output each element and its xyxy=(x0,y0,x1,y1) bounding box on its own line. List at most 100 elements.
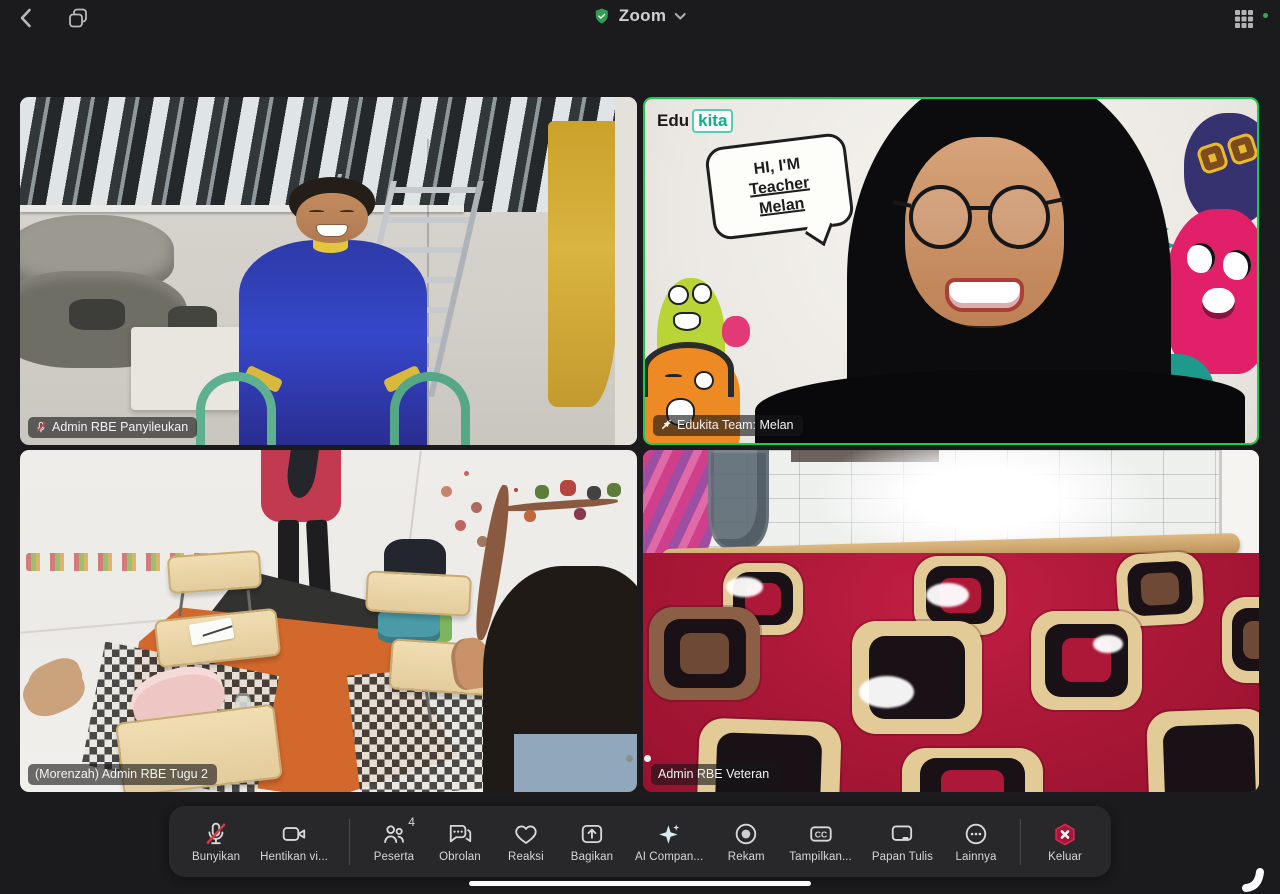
toolbar-button-leave[interactable]: Keluar xyxy=(1033,815,1097,868)
toolbar-button-whiteboard[interactable]: Papan Tulis xyxy=(863,815,942,868)
toolbar-button-ai-companion[interactable]: AI Compan... xyxy=(626,815,712,868)
green-chair-arm xyxy=(390,372,470,445)
toolbar-button-participants[interactable]: 4 Peserta xyxy=(362,815,426,868)
scene-shape xyxy=(643,342,734,397)
video-scene-tugu xyxy=(20,450,637,792)
muted-mic-icon xyxy=(35,421,47,434)
video-scene-veteran xyxy=(643,450,1259,792)
glasses xyxy=(988,185,1050,249)
participant-name: Admin RBE Panyileukan xyxy=(52,420,188,434)
toolbar-button-label: Peserta xyxy=(374,851,414,863)
owl-decals xyxy=(514,488,518,492)
zoom-app-window: Zoom xyxy=(0,0,1280,894)
toolbar-button-chat[interactable]: Obrolan xyxy=(428,815,492,868)
lap-desk xyxy=(365,570,472,616)
chat-bubble-icon xyxy=(447,821,473,847)
green-chair-arm xyxy=(196,372,276,445)
multitask-windows-icon xyxy=(66,6,90,30)
meeting-toolbar: Bunyikan Hentikan vi... 4 Peserta Obrolan Rea… xyxy=(169,806,1111,877)
toolbar-button-label: Bunyikan xyxy=(192,851,240,863)
toolbar-button-unmute[interactable]: Bunyikan xyxy=(183,815,249,868)
meeting-title: Zoom xyxy=(619,6,666,26)
toolbar-button-label: Obrolan xyxy=(439,851,481,863)
scene-shape xyxy=(514,734,637,792)
pin-icon xyxy=(660,419,672,431)
scene-shape xyxy=(722,316,750,347)
participant-name-pill: Edukita Team: Melan xyxy=(653,415,803,436)
ai-sparkle-icon xyxy=(656,821,682,847)
scene-shape xyxy=(968,206,990,210)
scene-shape xyxy=(1222,597,1259,683)
whiteboard-icon xyxy=(889,821,915,847)
participants-count-badge: 4 xyxy=(408,815,415,829)
meeting-title-dropdown[interactable]: Zoom xyxy=(591,4,689,28)
toolbar-button-more[interactable]: Lainnya xyxy=(944,815,1008,868)
toolbar-button-share[interactable]: Bagikan xyxy=(560,815,624,868)
status-green-dot xyxy=(1263,13,1268,18)
yellow-curtain xyxy=(548,121,619,406)
scene-shape xyxy=(464,471,469,476)
participants-icon: 4 xyxy=(381,821,407,847)
scene-shape xyxy=(692,283,713,304)
back-button[interactable] xyxy=(14,5,38,31)
participant-name-pill: Admin RBE Veteran xyxy=(651,764,778,785)
chevron-down-icon xyxy=(674,11,687,21)
participant-name-pill: (Morenzah) Admin RBE Tugu 2 xyxy=(28,764,217,785)
scene-shape xyxy=(664,619,746,687)
edukita-logo: Edu kita xyxy=(657,109,733,133)
toolbar-button-record[interactable]: Rekam xyxy=(714,815,778,868)
mic-muted-icon xyxy=(203,821,229,847)
speech-bubble: HI, I'M Teacher Melan xyxy=(704,132,855,241)
record-icon xyxy=(733,821,759,847)
scene-shape xyxy=(859,676,914,708)
home-indicator[interactable] xyxy=(469,881,811,887)
toolbar-button-captions[interactable]: CC Tampilkan... xyxy=(780,815,861,868)
scene-shape xyxy=(902,748,1044,792)
share-arrow-icon xyxy=(579,821,605,847)
page-dot-current[interactable] xyxy=(644,755,651,762)
scene-shape xyxy=(1045,624,1127,697)
closed-captions-icon: CC xyxy=(808,821,834,847)
top-bar-left xyxy=(14,4,92,32)
multitask-button[interactable] xyxy=(64,4,92,32)
scene-shape xyxy=(963,321,1006,328)
ellipsis-icon xyxy=(963,821,989,847)
participant-name: (Morenzah) Admin RBE Tugu 2 xyxy=(35,767,208,781)
video-tile-melan[interactable]: HI, I'M Teacher Melan Edu kita Edukita T… xyxy=(643,97,1259,445)
toolbar-button-reactions[interactable]: Reaksi xyxy=(494,815,558,868)
swoosh-decoration xyxy=(1242,862,1276,892)
scene-shape xyxy=(1031,611,1142,710)
edukita-logo-kita: kita xyxy=(692,109,733,133)
scene-shape xyxy=(615,97,637,445)
video-tile-panyileukan[interactable]: Admin RBE Panyileukan xyxy=(20,97,637,445)
leave-x-icon xyxy=(1052,821,1078,847)
toolbar-button-label: Tampilkan... xyxy=(789,851,852,863)
gallery-view-button[interactable] xyxy=(1231,6,1257,32)
grid-icon xyxy=(1233,8,1255,30)
scene-shape xyxy=(708,450,770,549)
page-dot[interactable] xyxy=(626,755,633,762)
bubble-line-3: Melan xyxy=(758,194,805,219)
scene-shape xyxy=(1223,250,1251,279)
scene-shape xyxy=(920,758,1025,792)
top-bar: Zoom xyxy=(0,0,1280,34)
toolbar-button-label: Reaksi xyxy=(508,851,544,863)
toolbar-button-label: AI Compan... xyxy=(635,851,703,863)
toolbar-button-label: Keluar xyxy=(1048,851,1082,863)
lap-desk xyxy=(167,549,262,593)
heart-icon xyxy=(513,821,539,847)
scene-shape xyxy=(755,371,1245,445)
video-tile-veteran[interactable]: Admin RBE Veteran xyxy=(643,450,1259,792)
teacher-smile xyxy=(945,278,1025,312)
top-bar-right xyxy=(1231,6,1268,32)
toolbar-button-stop-video[interactable]: Hentikan vi... xyxy=(251,815,337,868)
toolbar-button-label: Bagikan xyxy=(571,851,613,863)
video-tile-tugu[interactable]: (Morenzah) Admin RBE Tugu 2 xyxy=(20,450,637,792)
chevron-left-icon xyxy=(16,7,36,29)
scene-shape xyxy=(1163,723,1257,792)
scene-shape xyxy=(1202,288,1235,319)
scene-shape xyxy=(726,577,763,598)
toolbar-divider xyxy=(349,819,350,865)
participant-name: Edukita Team: Melan xyxy=(677,418,794,432)
scene-shape xyxy=(1187,243,1215,272)
